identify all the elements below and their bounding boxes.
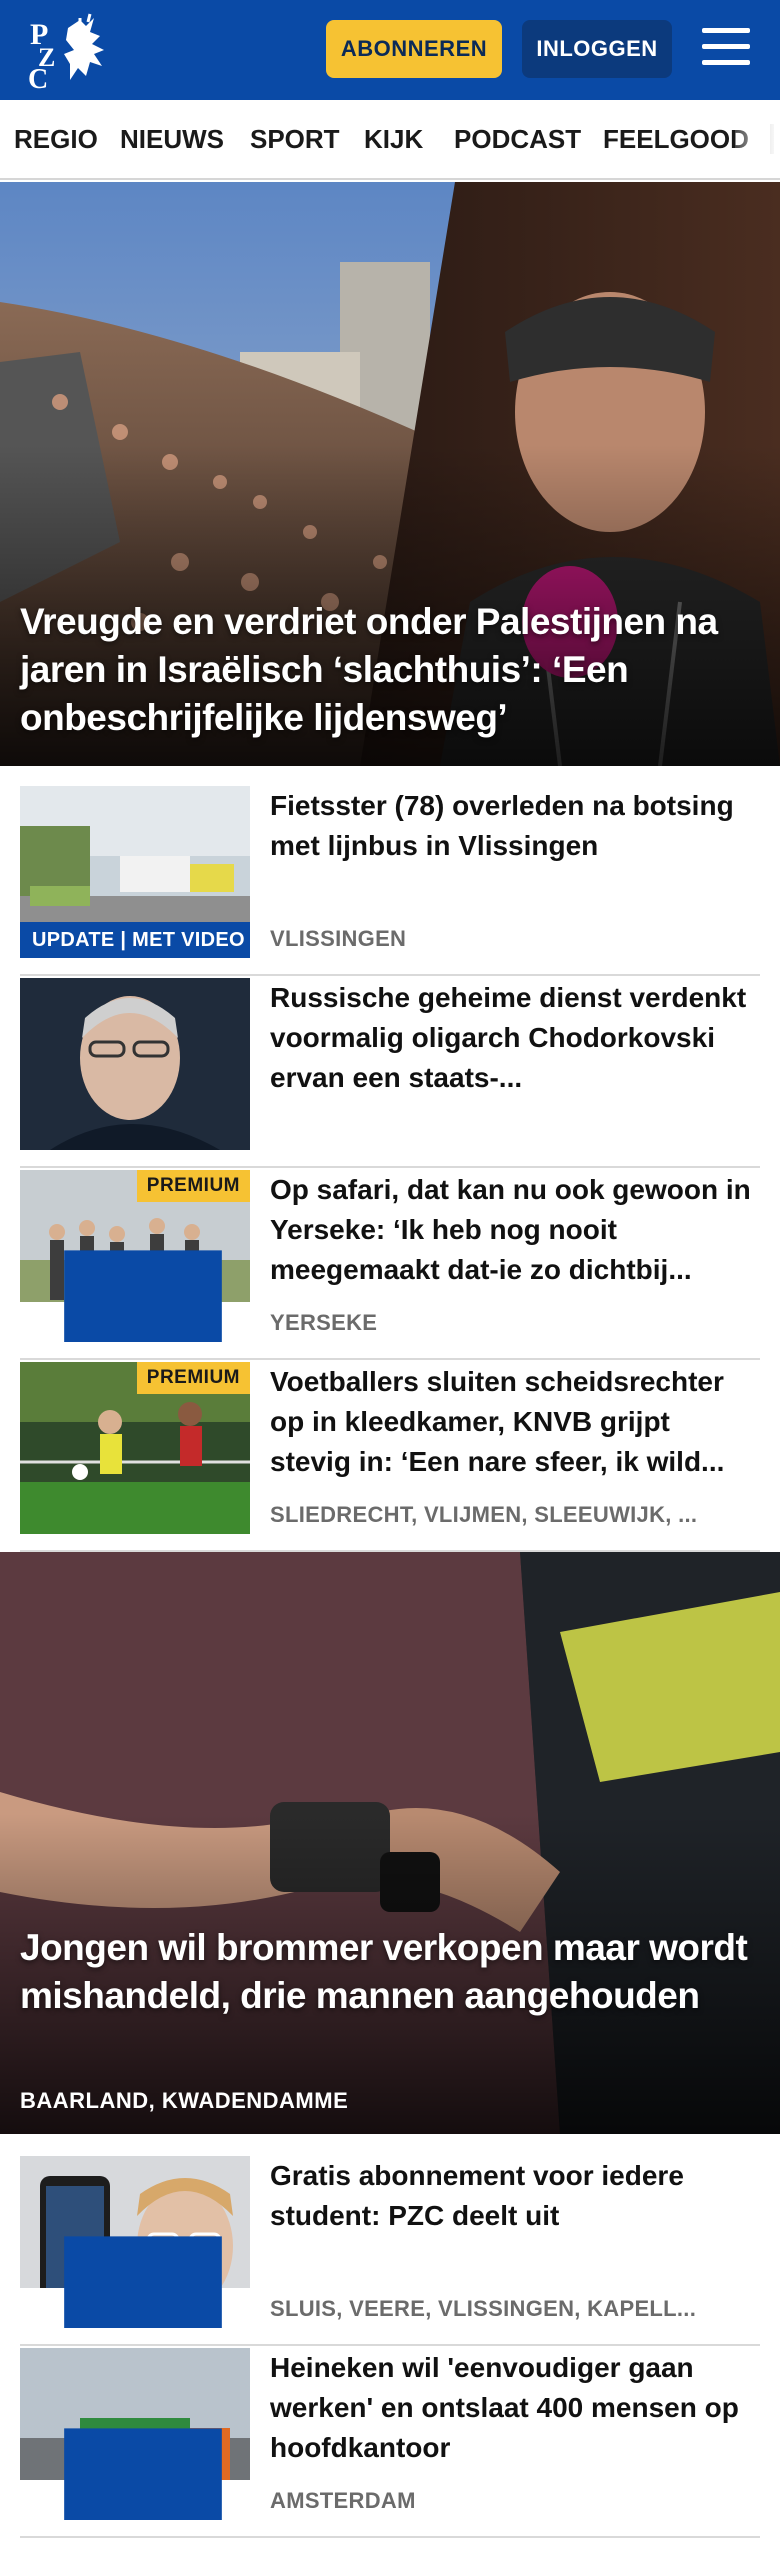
article-location: AMSTERDAM	[270, 2488, 416, 2513]
article-thumbnail	[20, 978, 250, 1150]
hero-top-title[interactable]: Vreugde en verdriet onder Palestijnen na…	[20, 598, 756, 742]
article-location: SLIEDRECHT, VLIJMEN, SLEEUWIJK, ...	[270, 1502, 698, 1527]
article-thumbnail: UPDATE | MET VIDEO	[20, 786, 250, 958]
article-title[interactable]: Fietsster (78) overleden na botsing met …	[270, 786, 758, 866]
list-item[interactable]: 6 Gratis abonnement voor iedere student:…	[20, 2156, 760, 2346]
article-title[interactable]: Heineken wil 'eenvoudiger gaan werken' e…	[270, 2348, 758, 2468]
hamburger-icon[interactable]	[700, 22, 752, 74]
hero-article-top[interactable]: Vreugde en verdriet onder Palestijnen na…	[0, 182, 780, 766]
article-location: YERSEKE	[270, 1310, 378, 1335]
comment-icon	[64, 2236, 222, 2328]
pzc-logo-icon: P Z C	[28, 13, 104, 95]
list-item[interactable]: Russische geheime dienst verdenkt voorma…	[20, 978, 760, 1168]
article-thumbnail: 6	[20, 2156, 250, 2328]
comment-badge[interactable]	[20, 2428, 250, 2520]
list-item[interactable]: PREMIUM Voetballers sluiten scheidsrech­…	[20, 1362, 760, 1552]
premium-badge: PREMIUM	[136, 1170, 250, 1202]
premium-badge: PREMIUM	[136, 1362, 250, 1394]
hero-mid-image	[0, 1552, 780, 2134]
hero-mid-location: BAARLAND, KWADENDAMME	[20, 2088, 349, 2113]
article-thumbnail: PREMIUM	[20, 1170, 250, 1342]
section-nav: REGIO NIEUWS SPORT KIJK PODCAST FEELGOOD	[0, 100, 780, 180]
hero-mid-title[interactable]: Jongen wil brommer verkopen maar wordt m…	[20, 1924, 756, 2020]
article-location: SLUIS, VEERE, VLISSINGEN, KAPELL...	[270, 2296, 697, 2321]
nav-item-kijk[interactable]: KIJK	[364, 100, 423, 178]
article-title[interactable]: Op safari, dat kan nu ook gewoon in Yers…	[270, 1170, 758, 1290]
comment-badge[interactable]: 6	[20, 2236, 250, 2328]
update-badge: UPDATE | MET VIDEO	[20, 922, 250, 958]
nav-item-podcast[interactable]: PODCAST	[454, 100, 581, 178]
list-item[interactable]: UPDATE | MET VIDEO Fietsster (78) overle…	[20, 786, 760, 976]
article-title[interactable]: Gratis abonnement voor iedere student: P…	[270, 2156, 758, 2236]
subscribe-button[interactable]: ABONNEREN	[326, 20, 502, 78]
list-item[interactable]: PREMIUM Op safari, dat kan nu ook gewoon…	[20, 1170, 760, 1360]
article-thumbnail: PREMIUM	[20, 1362, 250, 1534]
nav-item-sport[interactable]: SPORT	[250, 100, 340, 178]
nav-fade	[735, 118, 780, 162]
nav-item-regio[interactable]: REGIO	[14, 100, 98, 178]
top-bar: P Z C ABONNEREN INLOGGEN	[0, 0, 780, 100]
comment-icon	[64, 2428, 222, 2520]
comment-icon	[64, 1250, 222, 1342]
nav-item-feelgood[interactable]: FEELGOOD	[603, 100, 749, 178]
article-title[interactable]: Russische geheime dienst verdenkt voorma…	[270, 978, 758, 1098]
article-location: VLISSINGEN	[270, 926, 407, 951]
article-title[interactable]: Voetballers sluiten scheidsrech­ter op i…	[270, 1362, 758, 1482]
pzc-logo[interactable]: P Z C	[20, 10, 120, 95]
svg-text:C: C	[28, 64, 48, 90]
comment-badge[interactable]	[20, 1250, 250, 1342]
login-button[interactable]: INLOGGEN	[522, 20, 672, 78]
article-thumbnail	[20, 2348, 250, 2520]
nav-item-nieuws[interactable]: NIEUWS	[120, 100, 224, 178]
hero-article-mid[interactable]: Jongen wil brommer verkopen maar wordt m…	[0, 1552, 780, 2134]
list-item[interactable]: Heineken wil 'eenvoudiger gaan werken' e…	[20, 2348, 760, 2538]
